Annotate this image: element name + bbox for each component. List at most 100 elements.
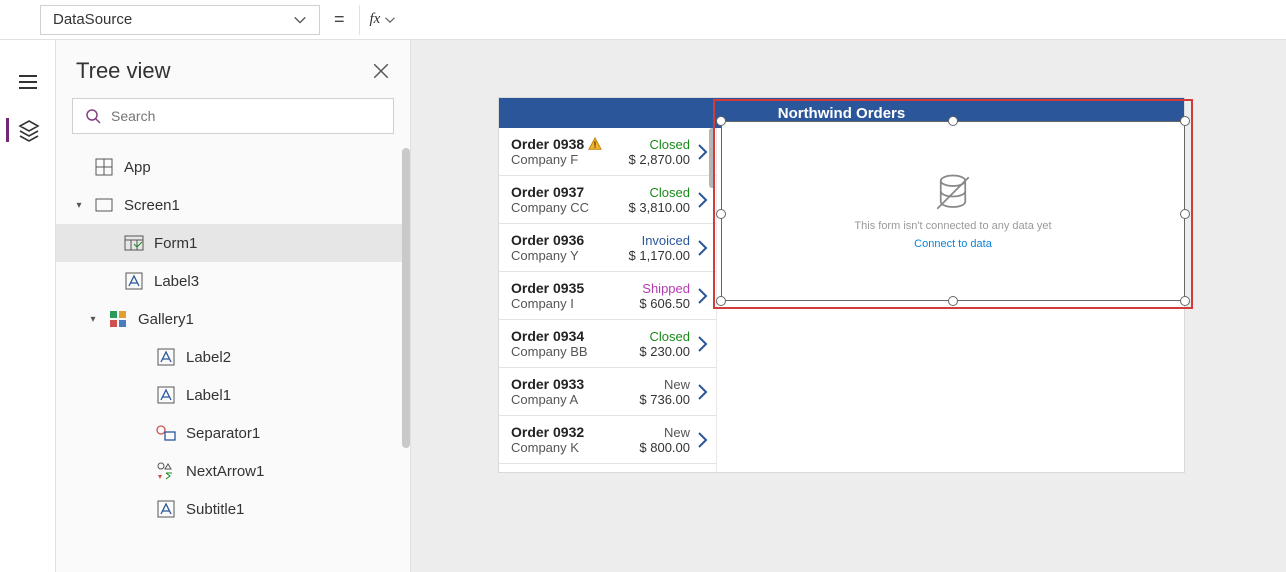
gallery-item-subtitle: Company CC: [511, 200, 623, 215]
gallery-item[interactable]: Order 0932 Company K New $ 800.00: [499, 416, 716, 464]
tree-label: Separator1: [186, 425, 260, 442]
app-icon: [94, 157, 114, 177]
tree-item-app[interactable]: App: [56, 148, 410, 186]
close-icon[interactable]: [372, 62, 390, 80]
gallery-item-amount: $ 736.00: [639, 392, 690, 407]
resize-handle[interactable]: [716, 296, 726, 306]
chevron-right-icon[interactable]: [696, 239, 708, 257]
gallery-item-text: Order 0934 Company BB: [511, 328, 633, 359]
tree-label: Label2: [186, 349, 231, 366]
property-dropdown[interactable]: DataSource: [40, 5, 320, 35]
label-icon: [156, 499, 176, 519]
gallery-item-status: Closed: [629, 137, 690, 152]
gallery-item-subtitle: Company F: [511, 152, 623, 167]
gallery-item-subtitle: Company K: [511, 440, 633, 455]
gallery-item-amount: $ 1,170.00: [629, 248, 690, 263]
icons-icon: [156, 461, 176, 481]
tree-label: Screen1: [124, 197, 180, 214]
chevron-down-icon: [293, 13, 307, 27]
form-icon: [124, 233, 144, 253]
resize-handle[interactable]: [1180, 296, 1190, 306]
tree-label: Form1: [154, 235, 197, 252]
gallery-item-subtitle: Company Y: [511, 248, 623, 263]
chevron-right-icon[interactable]: [696, 287, 708, 305]
caret-down-icon[interactable]: ▾: [74, 200, 84, 211]
tree-item-label2[interactable]: Label2: [56, 338, 410, 376]
search-input[interactable]: [111, 108, 381, 124]
scrollbar-thumb[interactable]: [402, 148, 410, 448]
tree-item-label1[interactable]: Label1: [56, 376, 410, 414]
resize-handle[interactable]: [1180, 116, 1190, 126]
chevron-right-icon[interactable]: [696, 431, 708, 449]
gallery-item-text: Order 0932 Company K: [511, 424, 633, 455]
connect-to-data-link[interactable]: Connect to data: [914, 238, 992, 250]
gallery-item-right: Closed $ 3,810.00: [629, 185, 690, 215]
form-empty-message: This form isn't connected to any data ye…: [854, 220, 1051, 232]
gallery-item-right: New $ 800.00: [639, 425, 690, 455]
tree-item-subtitle1[interactable]: Subtitle1: [56, 490, 410, 528]
chevron-down-icon: [384, 14, 396, 26]
chevron-right-icon[interactable]: [696, 335, 708, 353]
search-box[interactable]: [72, 98, 394, 134]
form1-surface[interactable]: This form isn't connected to any data ye…: [721, 121, 1185, 301]
gallery-item-right: Invoiced $ 1,170.00: [629, 233, 690, 263]
resize-handle[interactable]: [716, 116, 726, 126]
chevron-right-icon[interactable]: [696, 383, 708, 401]
separator-icon: [156, 423, 176, 443]
gallery-item-status: New: [639, 425, 690, 440]
tree-item-separator1[interactable]: Separator1: [56, 414, 410, 452]
label-icon: [124, 271, 144, 291]
gallery-item[interactable]: Order 0938 Company F Closed $ 2,870.00: [499, 128, 716, 176]
caret-down-icon[interactable]: ▾: [88, 314, 98, 325]
gallery-item[interactable]: Order 0936 Company Y Invoiced $ 1,170.00: [499, 224, 716, 272]
fx-label: fx: [370, 11, 381, 28]
label-icon: [156, 385, 176, 405]
resize-handle[interactable]: [948, 296, 958, 306]
gallery-item[interactable]: Order 0937 Company CC Closed $ 3,810.00: [499, 176, 716, 224]
tree-panel: Tree view App ▾ Screen1: [56, 40, 411, 572]
tree-label: NextArrow1: [186, 463, 264, 480]
gallery[interactable]: Order 0938 Company F Closed $ 2,870.00 O…: [499, 128, 717, 472]
equals-sign: =: [320, 9, 359, 30]
gallery-item-amount: $ 230.00: [639, 344, 690, 359]
tree-item-screen1[interactable]: ▾ Screen1: [56, 186, 410, 224]
gallery-item[interactable]: Order 0934 Company BB Closed $ 230.00: [499, 320, 716, 368]
tree-item-label3[interactable]: Label3: [56, 262, 410, 300]
gallery-item-right: New $ 736.00: [639, 377, 690, 407]
tree-item-form1[interactable]: Form1: [56, 224, 410, 262]
chevron-right-icon[interactable]: [696, 143, 708, 161]
canvas[interactable]: Northwind Orders Order 0938 Company F Cl…: [411, 40, 1286, 572]
gallery-item-title: Order 0934: [511, 328, 633, 344]
formula-bar: DataSource = fx: [0, 0, 1286, 40]
label-icon: [156, 347, 176, 367]
tree-label: Subtitle1: [186, 501, 244, 518]
gallery-item[interactable]: Order 0935 Company I Shipped $ 606.50: [499, 272, 716, 320]
resize-handle[interactable]: [1180, 209, 1190, 219]
screen-icon: [94, 195, 114, 215]
hamburger-icon[interactable]: [16, 70, 40, 94]
tree-item-nextarrow1[interactable]: NextArrow1: [56, 452, 410, 490]
tree-label: Gallery1: [138, 311, 194, 328]
tree-label: App: [124, 159, 151, 176]
resize-handle[interactable]: [716, 209, 726, 219]
tree-view-tab[interactable]: [6, 118, 41, 142]
resize-handle[interactable]: [948, 116, 958, 126]
formula-input[interactable]: [406, 5, 1286, 35]
gallery-item-subtitle: Company BB: [511, 344, 633, 359]
tree-list: App ▾ Screen1 Form1 Label3: [56, 148, 410, 572]
warning-icon: [588, 137, 602, 151]
gallery-item-title: Order 0936: [511, 232, 623, 248]
gallery-item-status: Closed: [639, 329, 690, 344]
fx-button[interactable]: fx: [359, 5, 407, 35]
gallery-item-status: New: [639, 377, 690, 392]
gallery-item-amount: $ 3,810.00: [629, 200, 690, 215]
tree-header: Tree view: [56, 40, 410, 98]
chevron-right-icon[interactable]: [696, 191, 708, 209]
tree-item-gallery1[interactable]: ▾ Gallery1: [56, 300, 410, 338]
gallery-item-subtitle: Company I: [511, 296, 633, 311]
search-icon: [85, 108, 101, 124]
form1-selection[interactable]: This form isn't connected to any data ye…: [713, 99, 1193, 309]
gallery-item[interactable]: Order 0933 Company A New $ 736.00: [499, 368, 716, 416]
gallery-item-title: Order 0933: [511, 376, 633, 392]
gallery-item-right: Closed $ 230.00: [639, 329, 690, 359]
